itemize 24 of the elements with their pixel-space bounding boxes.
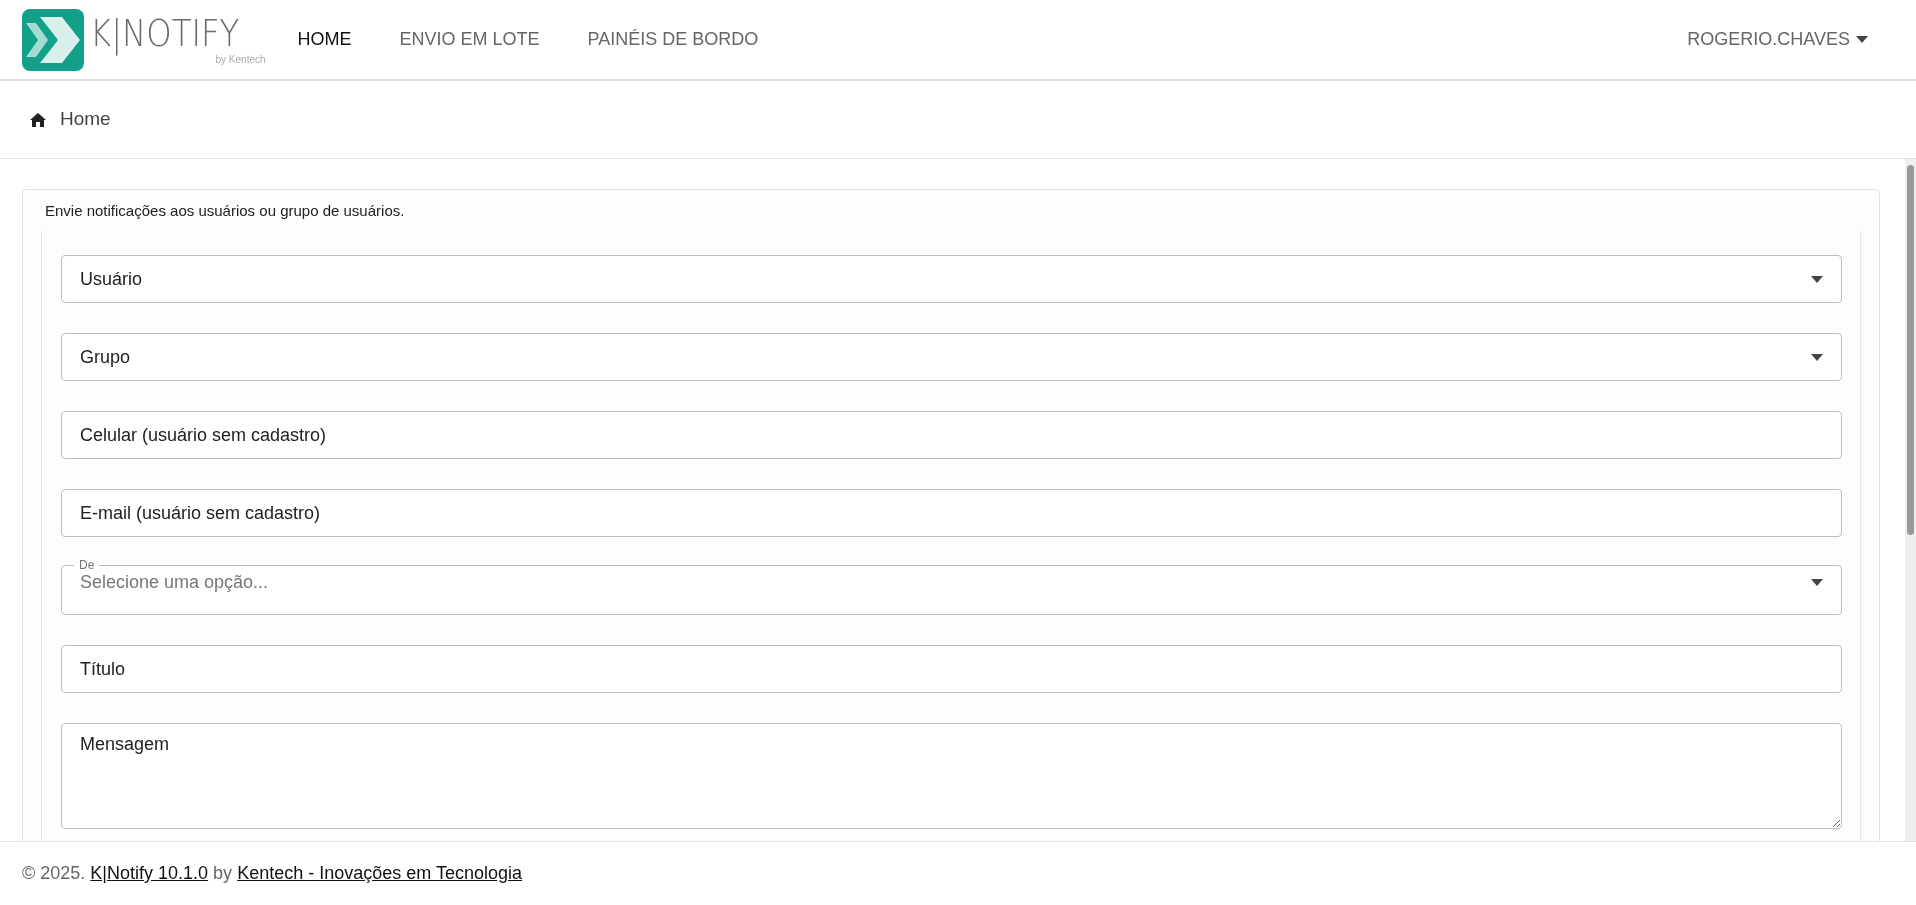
breadcrumb-link[interactable]: Home xyxy=(60,108,111,130)
input-field[interactable]: Celular (usuário sem cadastro) xyxy=(61,411,1842,459)
dropdown-caret-icon xyxy=(1811,579,1823,586)
home-icon xyxy=(30,113,46,127)
input-field[interactable]: Título xyxy=(61,645,1842,693)
select-field[interactable]: Usuário xyxy=(61,255,1842,303)
company-link[interactable]: Kentech - Inovações em Tecnologia xyxy=(237,863,522,883)
user-menu[interactable]: ROGERIO.CHAVES xyxy=(1681,28,1874,51)
nav-link[interactable]: ENVIO EM LOTE xyxy=(375,29,564,50)
input-field[interactable]: E-mail (usuário sem cadastro) xyxy=(61,489,1842,537)
product-link[interactable]: K|Notify 10.1.0 xyxy=(90,863,209,883)
select-field[interactable]: Grupo xyxy=(61,333,1842,381)
chevron-logo-icon xyxy=(22,8,84,71)
message-field[interactable]: Mensagem xyxy=(61,723,1842,829)
dropdown-caret-icon xyxy=(1811,353,1823,361)
footer-text: © 2025. K|Notify 10.1.0 by Kentech - Inovações em Tecnologia xyxy=(22,863,522,884)
select-field[interactable]: De Selecione uma opção... xyxy=(61,558,1842,615)
logo-tagline: by Kentech xyxy=(215,54,266,65)
dropdown-caret-icon xyxy=(1811,275,1823,283)
nav-link[interactable]: HOME xyxy=(273,29,376,50)
scrollbar[interactable] xyxy=(1905,159,1916,841)
nav-link[interactable]: PAINÉIS DE BORDO xyxy=(563,29,783,50)
caret-icon xyxy=(1856,36,1868,43)
card-description: Envie notificações aos usuários ou grupo de usuários. xyxy=(45,202,406,219)
